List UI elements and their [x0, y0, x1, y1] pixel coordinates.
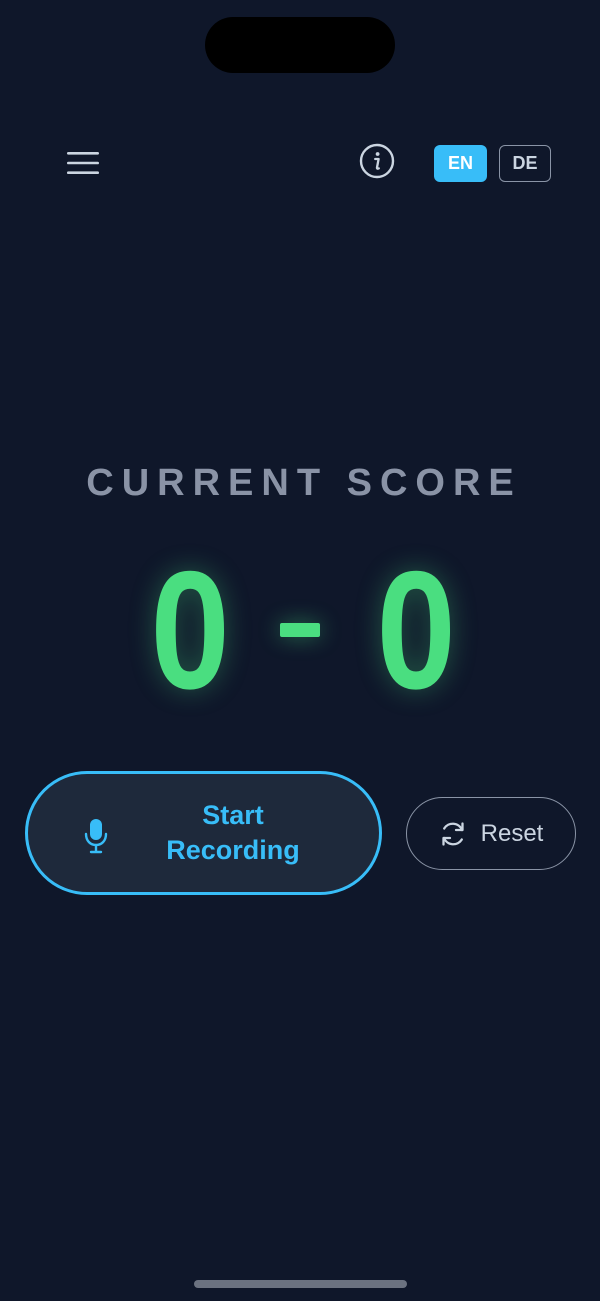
home-score: 0	[150, 536, 230, 724]
info-button[interactable]	[355, 139, 399, 183]
hamburger-menu-icon	[67, 152, 99, 174]
language-en-button[interactable]: EN	[434, 145, 487, 182]
start-recording-button[interactable]: Start Recording	[25, 771, 382, 895]
microphone-icon	[84, 819, 108, 854]
dynamic-island	[205, 17, 395, 73]
info-icon	[359, 143, 395, 179]
score-label: CURRENT SCORE	[86, 462, 522, 504]
app-screen: EN DE CURRENT SCORE 0 0 Start Recording …	[0, 0, 600, 1301]
start-recording-label: Start Recording	[166, 800, 300, 865]
score-separator	[280, 623, 320, 637]
away-score: 0	[376, 536, 456, 724]
refresh-icon	[441, 821, 464, 846]
language-de-button[interactable]: DE	[499, 145, 551, 182]
score-display: 0 0	[0, 536, 600, 724]
reset-button[interactable]: Reset	[406, 797, 576, 870]
home-indicator[interactable]	[194, 1280, 407, 1288]
reset-label: Reset	[480, 819, 544, 847]
menu-button[interactable]	[60, 141, 106, 185]
